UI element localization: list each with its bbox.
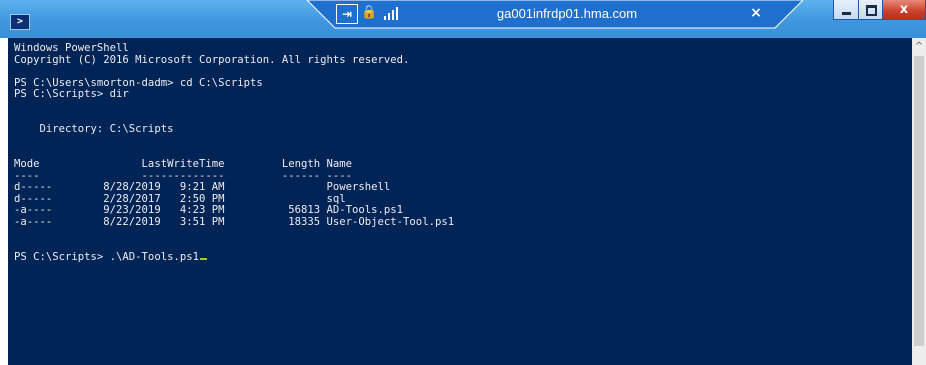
console-line: Windows PowerShell bbox=[14, 42, 129, 54]
powershell-window: > ⇥ 🔒 ga001infrdp01.hma.com × x Windows … bbox=[0, 0, 926, 365]
rdp-connection-bar[interactable]: ⇥ 🔒 ga001infrdp01.hma.com × bbox=[307, 0, 803, 29]
console-line: Directory: C:\Scripts bbox=[14, 123, 174, 136]
console-output[interactable]: Windows PowerShell Copyright (C) 2016 Mic… bbox=[8, 38, 912, 365]
maximize-button[interactable] bbox=[858, 0, 883, 20]
console-prompt-line: PS C:\Scripts> .\AD-Tools.ps1 bbox=[14, 251, 454, 264]
scroll-thumb[interactable] bbox=[914, 56, 924, 346]
rdp-close-button[interactable]: × bbox=[747, 4, 765, 22]
pin-icon[interactable]: ⇥ bbox=[336, 4, 358, 24]
rdp-host-name: ga001infrdp01.hma.com bbox=[496, 6, 638, 21]
window-controls: x bbox=[833, 0, 926, 22]
console-line: d----- 8/28/2019 9:21 AM Powershell bbox=[14, 181, 391, 194]
connection-quality-icon[interactable] bbox=[384, 6, 400, 20]
text-cursor bbox=[199, 257, 207, 260]
console-line: -a---- 8/22/2019 3:51 PM 18335 User-Obje… bbox=[14, 215, 455, 228]
lock-icon[interactable]: 🔒 bbox=[361, 4, 377, 22]
console-line: Mode LastWriteTime Length Name bbox=[14, 157, 353, 170]
console-line: PS C:\Scripts> dir bbox=[14, 88, 129, 101]
vertical-scrollbar[interactable]: ^ bbox=[912, 38, 926, 365]
close-button[interactable]: x bbox=[882, 0, 926, 20]
powershell-icon[interactable]: > bbox=[10, 14, 30, 30]
console-line: Copyright (C) 2016 Microsoft Corporation… bbox=[14, 53, 410, 66]
minimize-button[interactable] bbox=[833, 0, 859, 20]
title-bar[interactable]: > ⇥ 🔒 ga001infrdp01.hma.com × x bbox=[0, 0, 926, 38]
scroll-up-arrow-icon[interactable]: ^ bbox=[912, 38, 926, 56]
console-text[interactable]: Windows PowerShell Copyright (C) 2016 Mic… bbox=[14, 42, 455, 264]
